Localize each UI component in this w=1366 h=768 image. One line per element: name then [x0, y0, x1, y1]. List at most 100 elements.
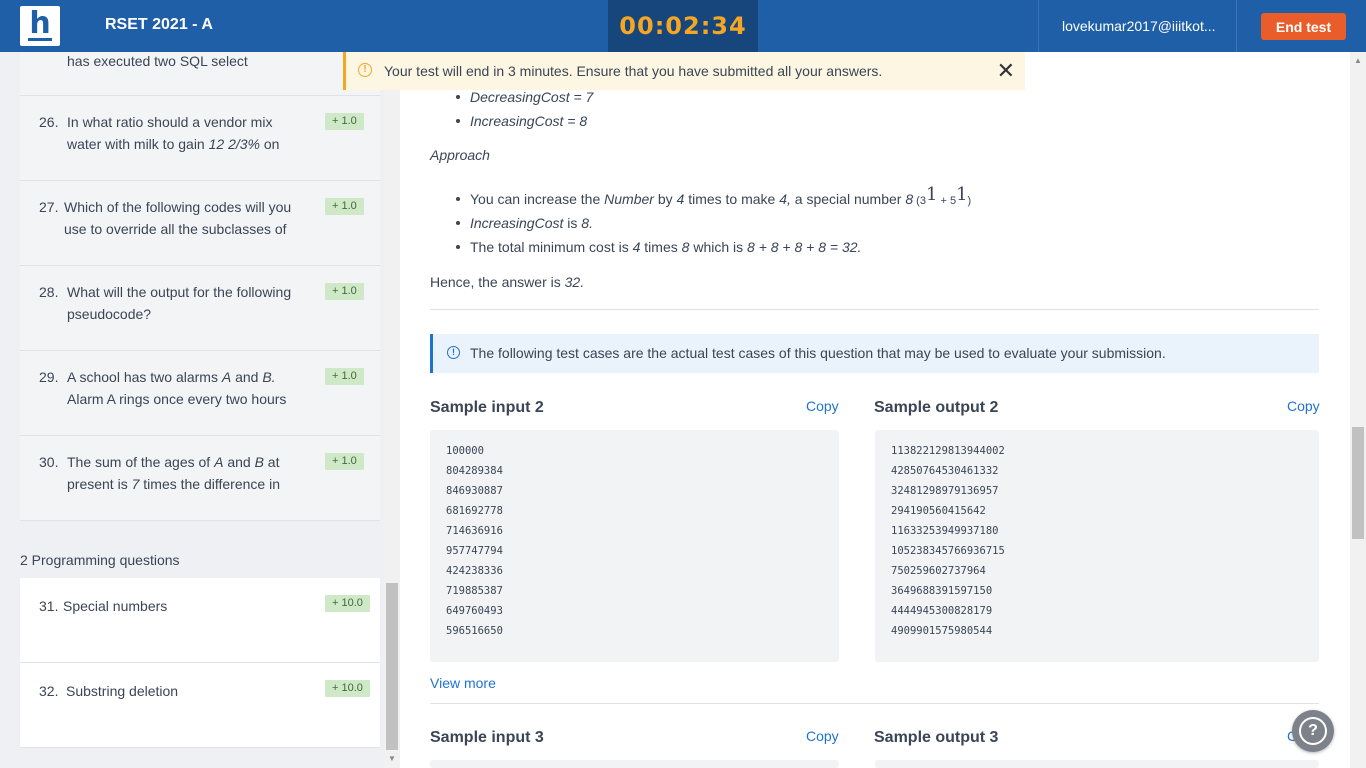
question-number: 26. [39, 114, 59, 130]
help-button[interactable]: ? [1292, 710, 1334, 752]
sample-input-2-title: Sample input 2 [430, 399, 544, 416]
question-item-30[interactable]: 30. The sum of the ages of A and B at pr… [20, 436, 380, 521]
question-item-31[interactable]: 31. Special numbers + 10.0 [20, 578, 380, 663]
code-line: 105238345766936715 [891, 545, 1005, 557]
code-line: 649760493 [446, 605, 503, 617]
score-badge: + 10.0 [325, 595, 370, 612]
question-text: A school has two alarms A and B. Alarm A… [67, 366, 307, 410]
programming-section-label: 2 Programming questions [20, 552, 180, 568]
list-item: You can increase the Number by 4 times t… [430, 184, 1320, 211]
question-number: 29. [39, 369, 59, 385]
sidebar-scrollbar-thumb[interactable] [386, 583, 398, 750]
code-line: 719885387 [446, 585, 503, 597]
score-badge: + 1.0 [325, 113, 364, 130]
question-sidebar: has executed two SQL select 26. In what … [0, 52, 400, 768]
info-icon: ! [447, 346, 460, 359]
top-header: h RSET 2021 - A 00:02:34 lovekumar2017@i… [0, 0, 1366, 52]
list-item: IncreasingCost is 8. [430, 211, 1320, 235]
question-item-32[interactable]: 32. Substring deletion + 10.0 [20, 663, 380, 748]
code-line: 100000 [446, 445, 484, 457]
list-item[interactable]: has executed two SQL select [20, 52, 380, 96]
question-line: What will the output for the following [67, 284, 292, 300]
divider [430, 309, 1319, 310]
question-text: The sum of the ages of A and B at presen… [67, 451, 307, 495]
question-item-27[interactable]: 27. Which of the following codes will yo… [20, 181, 380, 266]
sample-input-3-box [430, 760, 839, 768]
main-scrollbar[interactable] [1350, 52, 1366, 768]
countdown-timer: 00:02:34 [619, 12, 747, 40]
question-line: water with milk to gain 12 2/3% on [67, 136, 280, 152]
scroll-up-arrow-icon[interactable]: ▲ [1354, 56, 1362, 65]
code-line: 11633253949937180 [891, 525, 999, 537]
score-badge: + 1.0 [325, 368, 364, 385]
score-badge: + 1.0 [325, 198, 364, 215]
score-badge: + 1.0 [325, 283, 364, 300]
end-test-button[interactable]: End test [1261, 13, 1346, 40]
test-title: RSET 2021 - A [105, 16, 213, 33]
question-line: In what ratio should a vendor mix [67, 114, 273, 130]
sample-input-3-title: Sample input 3 [430, 729, 544, 746]
header-divider [1038, 0, 1039, 52]
question-text: What will the output for the following p… [67, 281, 307, 325]
score-badge: + 10.0 [325, 680, 370, 697]
question-list: has executed two SQL select 26. In what … [20, 52, 380, 521]
list-item: The total minimum cost is 4 times 8 whic… [430, 235, 1320, 259]
code-line: 42850764530461332 [891, 465, 999, 477]
question-line: A school has two alarms A and B. [67, 369, 276, 385]
divider [430, 703, 1319, 704]
code-line: 957747794 [446, 545, 503, 557]
warning-icon: ! [358, 63, 372, 77]
code-line: 32481298979136957 [891, 485, 999, 497]
question-line: Alarm A rings once every two hours [67, 391, 287, 407]
question-number: 30. [39, 454, 59, 470]
question-mark-icon: ? [1299, 717, 1327, 745]
info-text: The following test cases are the actual … [470, 345, 1166, 361]
question-item-26[interactable]: 26. In what ratio should a vendor mix wa… [20, 96, 380, 181]
question-number: 32. [39, 683, 59, 699]
logo-letter: h [29, 6, 51, 41]
view-more-link[interactable]: View more [430, 675, 496, 691]
info-box: ! The following test cases are the actua… [430, 334, 1319, 373]
code-line: 681692778 [446, 505, 503, 517]
conclusion-text: Hence, the answer is 32. [430, 274, 585, 290]
code-line: 294190560415642 [891, 505, 986, 517]
code-line: 3649688391597150 [891, 585, 993, 597]
code-line: 4444945300828179 [891, 605, 993, 617]
question-title: Substring deletion [66, 683, 179, 699]
header-divider [1236, 0, 1237, 52]
main-scrollbar-thumb[interactable] [1352, 427, 1364, 539]
copy-input-2-button[interactable]: Copy [806, 398, 839, 414]
timer-box: 00:02:34 [608, 0, 758, 52]
sample-output-3-title: Sample output 3 [874, 729, 999, 746]
time-warning-banner: ! Your test will end in 3 minutes. Ensur… [343, 52, 1025, 90]
code-line: 846930887 [446, 485, 503, 497]
code-line: 596516650 [446, 625, 503, 637]
code-line: 804289384 [446, 465, 503, 477]
question-line: present is 7 times the difference in [67, 476, 280, 492]
code-line: 113822129813944002 [891, 445, 1005, 457]
question-line: use to override all the subclasses of [64, 221, 287, 237]
user-email[interactable]: lovekumar2017@iiitkot... [1062, 18, 1216, 34]
question-number: 28. [39, 284, 59, 300]
question-line: The sum of the ages of A and B at [67, 454, 280, 470]
code-line: 750259602737964 [891, 565, 986, 577]
explanation-cost-list: DecreasingCost = 7 IncreasingCost = 8 [430, 85, 1320, 133]
sample-output-3-box [875, 760, 1319, 768]
question-line: pseudocode? [67, 306, 152, 322]
question-item-29[interactable]: 29. A school has two alarms A and B. Ala… [20, 351, 380, 436]
code-line: 714636916 [446, 525, 503, 537]
copy-output-2-button[interactable]: Copy [1287, 398, 1320, 414]
hackerearth-logo[interactable]: h [20, 6, 60, 46]
warning-text: Your test will end in 3 minutes. Ensure … [384, 63, 883, 79]
close-icon[interactable]: ✕ [997, 60, 1015, 82]
question-text: Which of the following codes will you us… [64, 196, 304, 240]
question-text: has executed two SQL select [67, 53, 248, 69]
sample-input-2-box: 100000 804289384 846930887 681692778 714… [430, 430, 839, 662]
scroll-down-arrow-icon[interactable]: ▼ [388, 754, 396, 763]
sample-output-2-title: Sample output 2 [874, 399, 999, 416]
logo-underline [28, 38, 52, 41]
question-line: Which of the following codes will you [64, 199, 292, 215]
question-item-28[interactable]: 28. What will the output for the followi… [20, 266, 380, 351]
copy-input-3-button[interactable]: Copy [806, 728, 839, 744]
question-number: 27. [39, 199, 59, 215]
